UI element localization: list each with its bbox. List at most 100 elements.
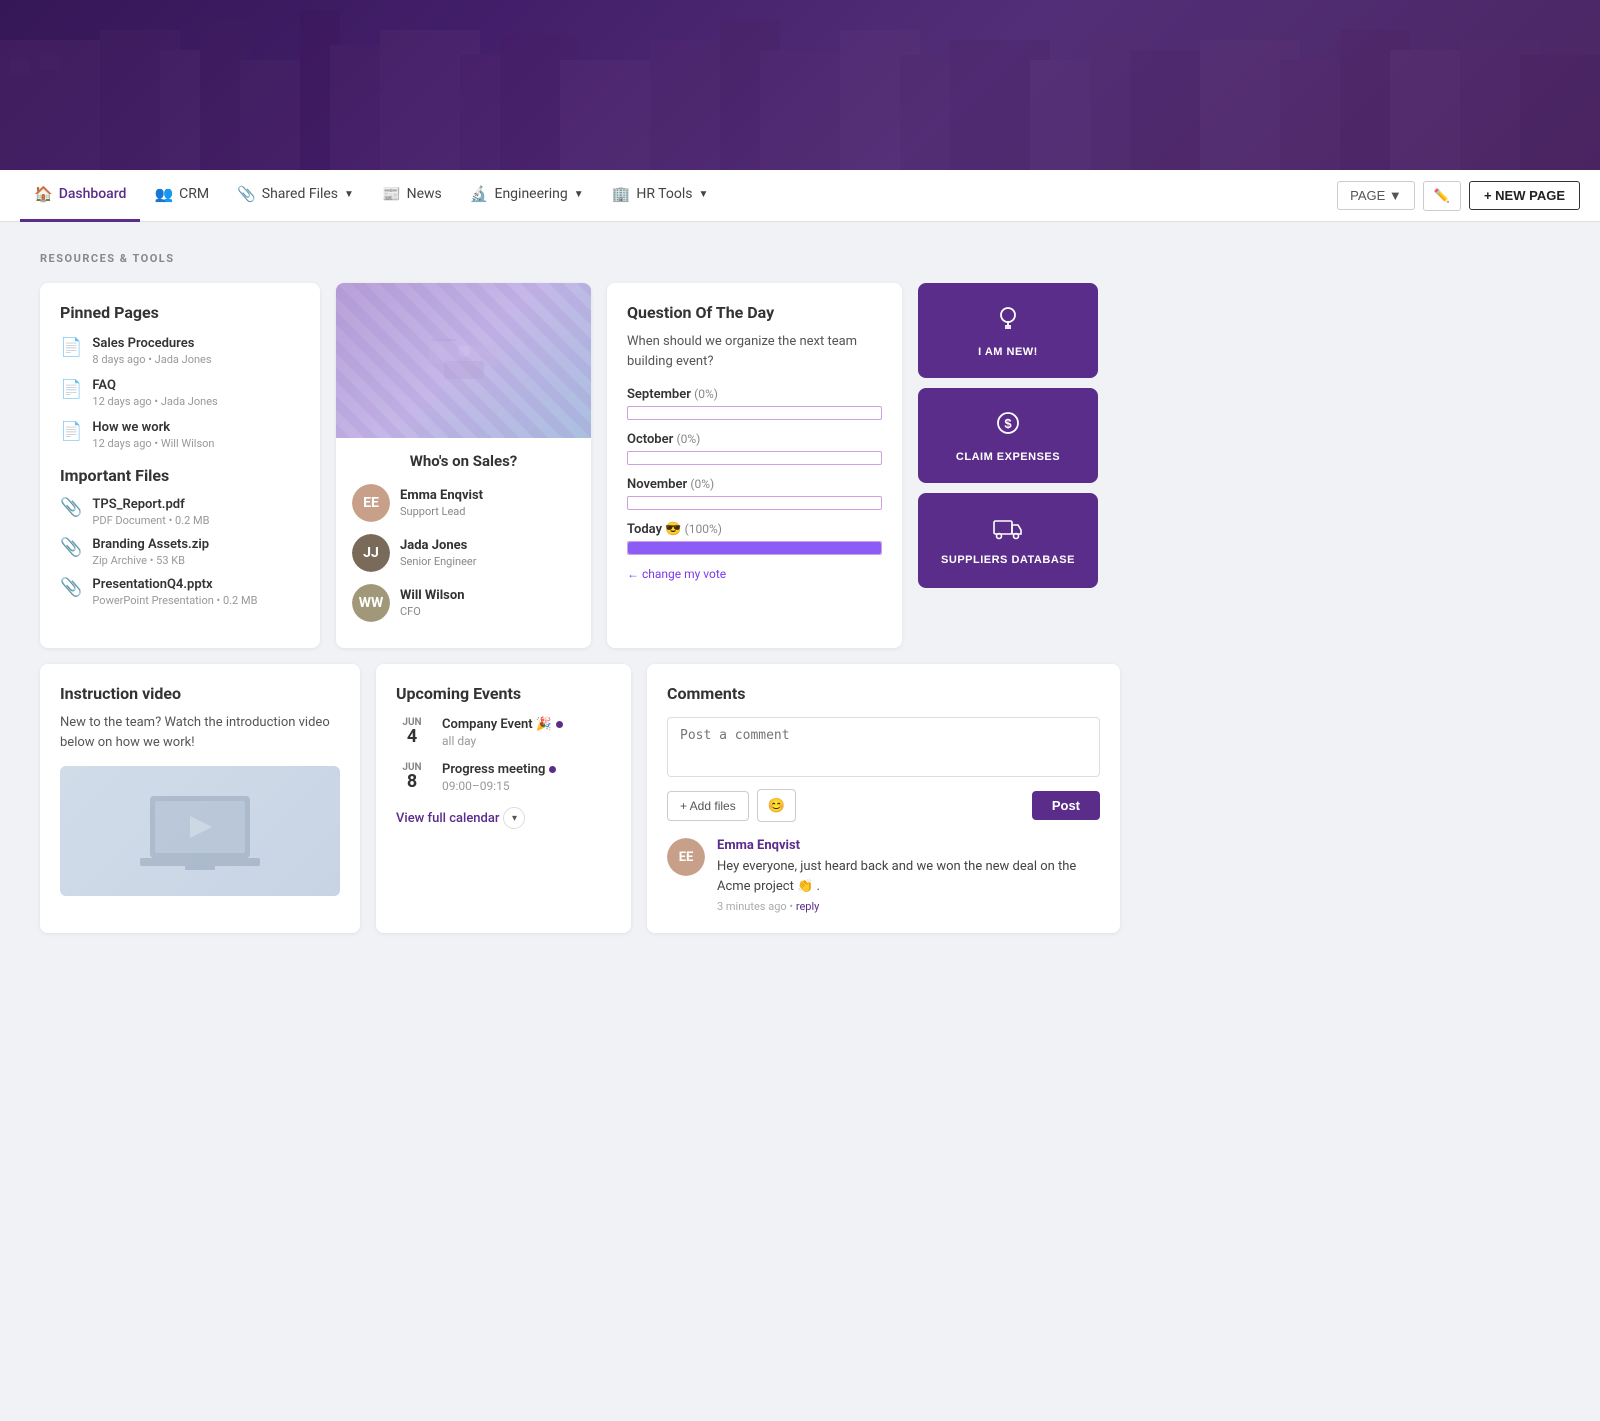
nav-news[interactable]: 📰 News	[368, 170, 456, 222]
grid-row-2: Instruction video New to the team? Watch…	[40, 664, 1120, 933]
event-time: all day	[442, 734, 563, 748]
hr-tools-chevron: ▼	[698, 189, 708, 200]
file-icon: 📄	[60, 337, 82, 358]
list-item[interactable]: 📄 FAQ 12 days ago • Jada Jones	[60, 378, 300, 408]
event-date: JUN 4	[396, 717, 428, 746]
list-item[interactable]: 📎 Branding Assets.zip Zip Archive • 53 K…	[60, 537, 300, 567]
avatar-placeholder: WW	[352, 584, 390, 622]
imp-item-meta: Zip Archive • 53 KB	[92, 554, 209, 567]
pinned-item-name: Sales Procedures	[92, 336, 211, 351]
comment-actions: + Add files 😊 Post	[667, 789, 1100, 822]
file-icon: 📄	[60, 421, 82, 442]
event-dot	[549, 766, 556, 773]
list-item: JUN 8 Progress meeting 09:00–09:15	[396, 762, 611, 793]
instruction-video-desc: New to the team? Watch the introduction …	[60, 713, 340, 752]
reply-link[interactable]: reply	[796, 900, 820, 913]
i-am-new-label: I AM NEW!	[978, 346, 1038, 358]
page-button[interactable]: PAGE ▼	[1337, 181, 1415, 210]
engineering-icon: 🔬	[470, 185, 489, 203]
important-files-list: 📎 TPS_Report.pdf PDF Document • 0.2 MB 📎…	[60, 497, 300, 607]
pinned-item-meta: 12 days ago • Jada Jones	[92, 395, 217, 408]
person-emma: EE Emma Enqvist Support Lead	[352, 484, 575, 522]
poll-bar-bg	[627, 541, 882, 555]
event-dot	[556, 721, 563, 728]
pinned-item-name: FAQ	[92, 378, 217, 393]
list-item[interactable]: 📎 PresentationQ4.pptx PowerPoint Present…	[60, 577, 300, 607]
nav-right: PAGE ▼ ✏️ + NEW PAGE	[1337, 181, 1580, 211]
poll-bar-bg	[627, 406, 882, 420]
nav-crm-label: CRM	[179, 186, 209, 202]
news-icon: 📰	[382, 185, 401, 203]
imp-item-meta: PowerPoint Presentation • 0.2 MB	[92, 594, 257, 607]
list-item[interactable]: 📄 Sales Procedures 8 days ago • Jada Jon…	[60, 336, 300, 366]
dollar-icon: $	[994, 409, 1022, 443]
list-item: JUN 4 Company Event 🎉 all day	[396, 717, 611, 748]
commenter-avatar: EE	[667, 838, 705, 876]
i-am-new-button[interactable]: I AM NEW!	[918, 283, 1098, 378]
add-files-button[interactable]: + Add files	[667, 791, 749, 821]
suppliers-database-button[interactable]: SUPPLIERS DATABASE	[918, 493, 1098, 588]
event-day: 4	[396, 728, 428, 746]
nav-shared-files[interactable]: 📎 Shared Files ▼	[223, 170, 368, 222]
qotd-card: Question Of The Day When should we organ…	[607, 283, 902, 648]
shared-files-chevron: ▼	[344, 189, 354, 200]
post-button[interactable]: Post	[1032, 791, 1100, 820]
attachment-icon: 📎	[60, 577, 82, 598]
whos-on-sales-card: Who's on Sales? EE Emma Enqvist Support …	[336, 283, 591, 648]
hero-banner	[0, 0, 1600, 170]
person-will: WW Will Wilson CFO	[352, 584, 575, 622]
nav-crm[interactable]: 👥 CRM	[140, 170, 223, 222]
comment-text: Hey everyone, just heard back and we won…	[717, 857, 1100, 896]
navigation: 🏠 Dashboard 👥 CRM 📎 Shared Files ▼ 📰 New…	[0, 170, 1600, 222]
instruction-video-card: Instruction video New to the team? Watch…	[40, 664, 360, 933]
qotd-title: Question Of The Day	[627, 303, 882, 322]
poll-september: September (0%)	[627, 387, 882, 420]
event-day: 8	[396, 773, 428, 791]
pinned-pages-list: 📄 Sales Procedures 8 days ago • Jada Jon…	[60, 336, 300, 450]
edit-button[interactable]: ✏️	[1423, 181, 1461, 211]
home-icon: 🏠	[34, 185, 53, 203]
person-jada: JJ Jada Jones Senior Engineer	[352, 534, 575, 572]
event-name: Progress meeting	[442, 762, 556, 777]
view-calendar-link[interactable]: View full calendar ▾	[396, 807, 611, 829]
event-date: JUN 8	[396, 762, 428, 791]
nav-shared-files-label: Shared Files	[262, 186, 338, 202]
person-role: Support Lead	[400, 505, 483, 518]
claim-expenses-label: CLAIM EXPENSES	[956, 451, 1060, 463]
avatar-placeholder: EE	[352, 484, 390, 522]
comment-input[interactable]	[667, 717, 1100, 777]
poll-today: Today 😎 (100%)	[627, 522, 882, 555]
svg-text:$: $	[1004, 416, 1012, 431]
person-role: Senior Engineer	[400, 555, 477, 568]
nav-hr-tools[interactable]: 🏢 HR Tools ▼	[598, 170, 723, 222]
nav-dashboard[interactable]: 🏠 Dashboard	[20, 170, 140, 222]
imp-item-name: Branding Assets.zip	[92, 537, 209, 552]
sales-team-image	[336, 283, 591, 438]
poll-bar-bg	[627, 451, 882, 465]
suppliers-database-label: SUPPLIERS DATABASE	[941, 554, 1075, 566]
claim-expenses-button[interactable]: $ CLAIM EXPENSES	[918, 388, 1098, 483]
whos-content: Who's on Sales? EE Emma Enqvist Support …	[336, 438, 591, 648]
hr-icon: 🏢	[612, 185, 631, 203]
emoji-button[interactable]: 😊	[757, 789, 796, 822]
video-thumbnail[interactable]	[60, 766, 340, 896]
instruction-video-title: Instruction video	[60, 684, 340, 703]
change-vote-link[interactable]: ← change my vote	[627, 567, 882, 581]
commenter-name: Emma Enqvist	[717, 838, 1100, 853]
attachment-icon: 📎	[60, 537, 82, 558]
grid-row-1: Pinned Pages 📄 Sales Procedures 8 days a…	[40, 283, 1120, 648]
new-page-button[interactable]: + NEW PAGE	[1469, 181, 1580, 210]
list-item[interactable]: 📎 TPS_Report.pdf PDF Document • 0.2 MB	[60, 497, 300, 527]
avatar-jada: JJ	[352, 534, 390, 572]
poll-bar-fill	[628, 542, 881, 554]
comments-title: Comments	[667, 684, 1100, 703]
pinned-item-meta: 12 days ago • Will Wilson	[92, 437, 214, 450]
event-name: Company Event 🎉	[442, 717, 563, 732]
pinned-item-name: How we work	[92, 420, 214, 435]
list-item[interactable]: 📄 How we work 12 days ago • Will Wilson	[60, 420, 300, 450]
engineering-chevron: ▼	[574, 189, 584, 200]
lightbulb-icon	[994, 304, 1022, 338]
person-name: Will Wilson	[400, 588, 465, 603]
action-buttons: I AM NEW! $ CLAIM EXPENSES	[918, 283, 1098, 648]
nav-engineering[interactable]: 🔬 Engineering ▼	[456, 170, 598, 222]
